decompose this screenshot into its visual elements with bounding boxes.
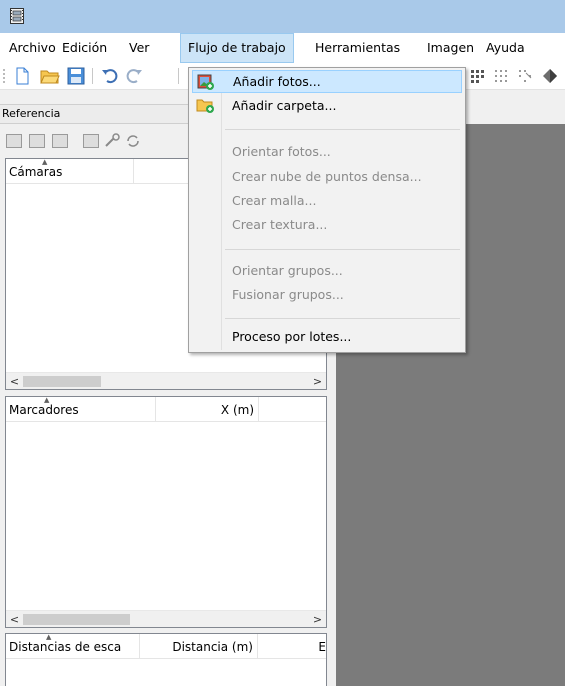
column-header-markers[interactable]: ▲ Marcadores xyxy=(6,397,156,421)
column-header-scalebars[interactable]: ▲ Distancias de esca xyxy=(6,634,140,658)
scroll-right-icon[interactable]: > xyxy=(309,373,326,389)
menu-item-label: Crear nube de puntos densa... xyxy=(232,169,422,184)
menu-separator xyxy=(225,129,460,130)
menu-ver[interactable]: Ver xyxy=(122,33,156,63)
menu-item-mesh[interactable]: Crear malla... xyxy=(192,189,462,212)
column-label: E xyxy=(318,640,326,654)
title-bar xyxy=(0,0,565,33)
markers-table: ▲ Marcadores X (m) < > xyxy=(5,396,327,628)
save-icon[interactable] xyxy=(66,67,86,85)
shaded-model-icon[interactable] xyxy=(540,67,560,85)
sparse-points-icon[interactable] xyxy=(492,67,512,85)
column-label: Marcadores xyxy=(9,403,79,417)
scroll-left-icon[interactable]: < xyxy=(6,611,23,627)
column-label: Distancia (m) xyxy=(172,640,253,654)
menu-item-align-photos[interactable]: Orientar fotos... xyxy=(192,140,462,163)
menu-item-label: Fusionar grupos... xyxy=(232,287,344,302)
settings-wrench-icon[interactable] xyxy=(103,133,123,151)
menu-item-texture[interactable]: Crear textura... xyxy=(192,213,462,236)
menu-item-label: Crear malla... xyxy=(232,193,317,208)
menu-item-merge-chunks[interactable]: Fusionar grupos... xyxy=(192,283,462,306)
menu-item-batch-process[interactable]: Proceso por lotes... xyxy=(192,325,462,348)
open-folder-icon[interactable] xyxy=(40,67,60,85)
scroll-left-icon[interactable]: < xyxy=(6,373,23,389)
menu-edicion[interactable]: Edición xyxy=(55,33,114,63)
menu-item-add-photos[interactable]: Añadir fotos... xyxy=(192,70,462,93)
sort-indicator-icon: ▲ xyxy=(46,634,52,641)
undo-icon[interactable] xyxy=(100,67,120,85)
menu-item-label: Añadir fotos... xyxy=(233,74,321,89)
sort-indicator-icon: ▲ xyxy=(44,397,50,404)
workflow-dropdown-menu: Añadir fotos... Añadir carpeta... Orient… xyxy=(188,67,466,353)
toolbar-grip[interactable] xyxy=(3,69,5,83)
menu-separator xyxy=(225,249,460,250)
menu-item-dense-cloud[interactable]: Crear nube de puntos densa... xyxy=(192,165,462,188)
column-header-x[interactable]: X (m) xyxy=(156,397,259,421)
horizontal-scrollbar[interactable]: < > xyxy=(6,372,326,389)
calculator-icon[interactable] xyxy=(83,134,99,148)
dense-points-icon[interactable] xyxy=(468,67,488,85)
menu-archivo[interactable]: Archivo xyxy=(2,33,63,63)
scrollbar-thumb[interactable] xyxy=(23,614,130,625)
column-header-cameras[interactable]: ▲ Cámaras xyxy=(6,159,134,183)
export-icon[interactable] xyxy=(29,134,45,148)
column-header-distance[interactable]: Distancia (m) xyxy=(140,634,258,658)
table-header: ▲ Marcadores X (m) xyxy=(6,397,326,422)
column-label: Distancias de esca xyxy=(9,640,122,654)
column-header-empty xyxy=(259,397,326,421)
sort-indicator-icon: ▲ xyxy=(42,159,48,166)
update-icon[interactable] xyxy=(124,133,144,151)
scrollbar-thumb[interactable] xyxy=(23,376,101,387)
column-label: Cámaras xyxy=(9,165,63,179)
add-photos-icon xyxy=(197,74,215,90)
menu-item-label: Crear textura... xyxy=(232,217,328,232)
menu-item-label: Proceso por lotes... xyxy=(232,329,352,344)
scalebars-table: ▲ Distancias de esca Distancia (m) E xyxy=(5,633,327,686)
menu-ayuda[interactable]: Ayuda xyxy=(479,33,532,63)
new-document-icon[interactable] xyxy=(12,67,32,85)
scroll-right-icon[interactable]: > xyxy=(309,611,326,627)
points-filter-icon[interactable] xyxy=(516,67,536,85)
menu-separator xyxy=(225,318,460,319)
menu-flujo-de-trabajo[interactable]: Flujo de trabajo xyxy=(180,33,294,63)
app-film-icon xyxy=(10,8,24,27)
add-folder-icon xyxy=(196,97,214,113)
import-icon[interactable] xyxy=(6,134,22,148)
menu-item-label: Orientar fotos... xyxy=(232,144,331,159)
menu-item-add-folder[interactable]: Añadir carpeta... xyxy=(192,94,462,117)
toolbar-separator xyxy=(92,68,93,84)
column-label: X (m) xyxy=(220,403,254,417)
table-header: ▲ Distancias de esca Distancia (m) E xyxy=(6,634,326,659)
column-header-error[interactable]: E xyxy=(258,634,326,658)
menu-item-label: Añadir carpeta... xyxy=(232,98,337,113)
horizontal-scrollbar[interactable]: < > xyxy=(6,610,326,627)
menu-imagen[interactable]: Imagen xyxy=(420,33,481,63)
toolbar-separator xyxy=(178,68,179,84)
redo-icon[interactable] xyxy=(124,67,144,85)
menu-herramientas[interactable]: Herramientas xyxy=(308,33,407,63)
menu-item-label: Orientar grupos... xyxy=(232,263,343,278)
table-icon[interactable] xyxy=(52,134,68,148)
menu-item-align-chunks[interactable]: Orientar grupos... xyxy=(192,259,462,282)
menu-bar: Archivo Edición Ver Flujo de trabajo Her… xyxy=(0,33,565,63)
